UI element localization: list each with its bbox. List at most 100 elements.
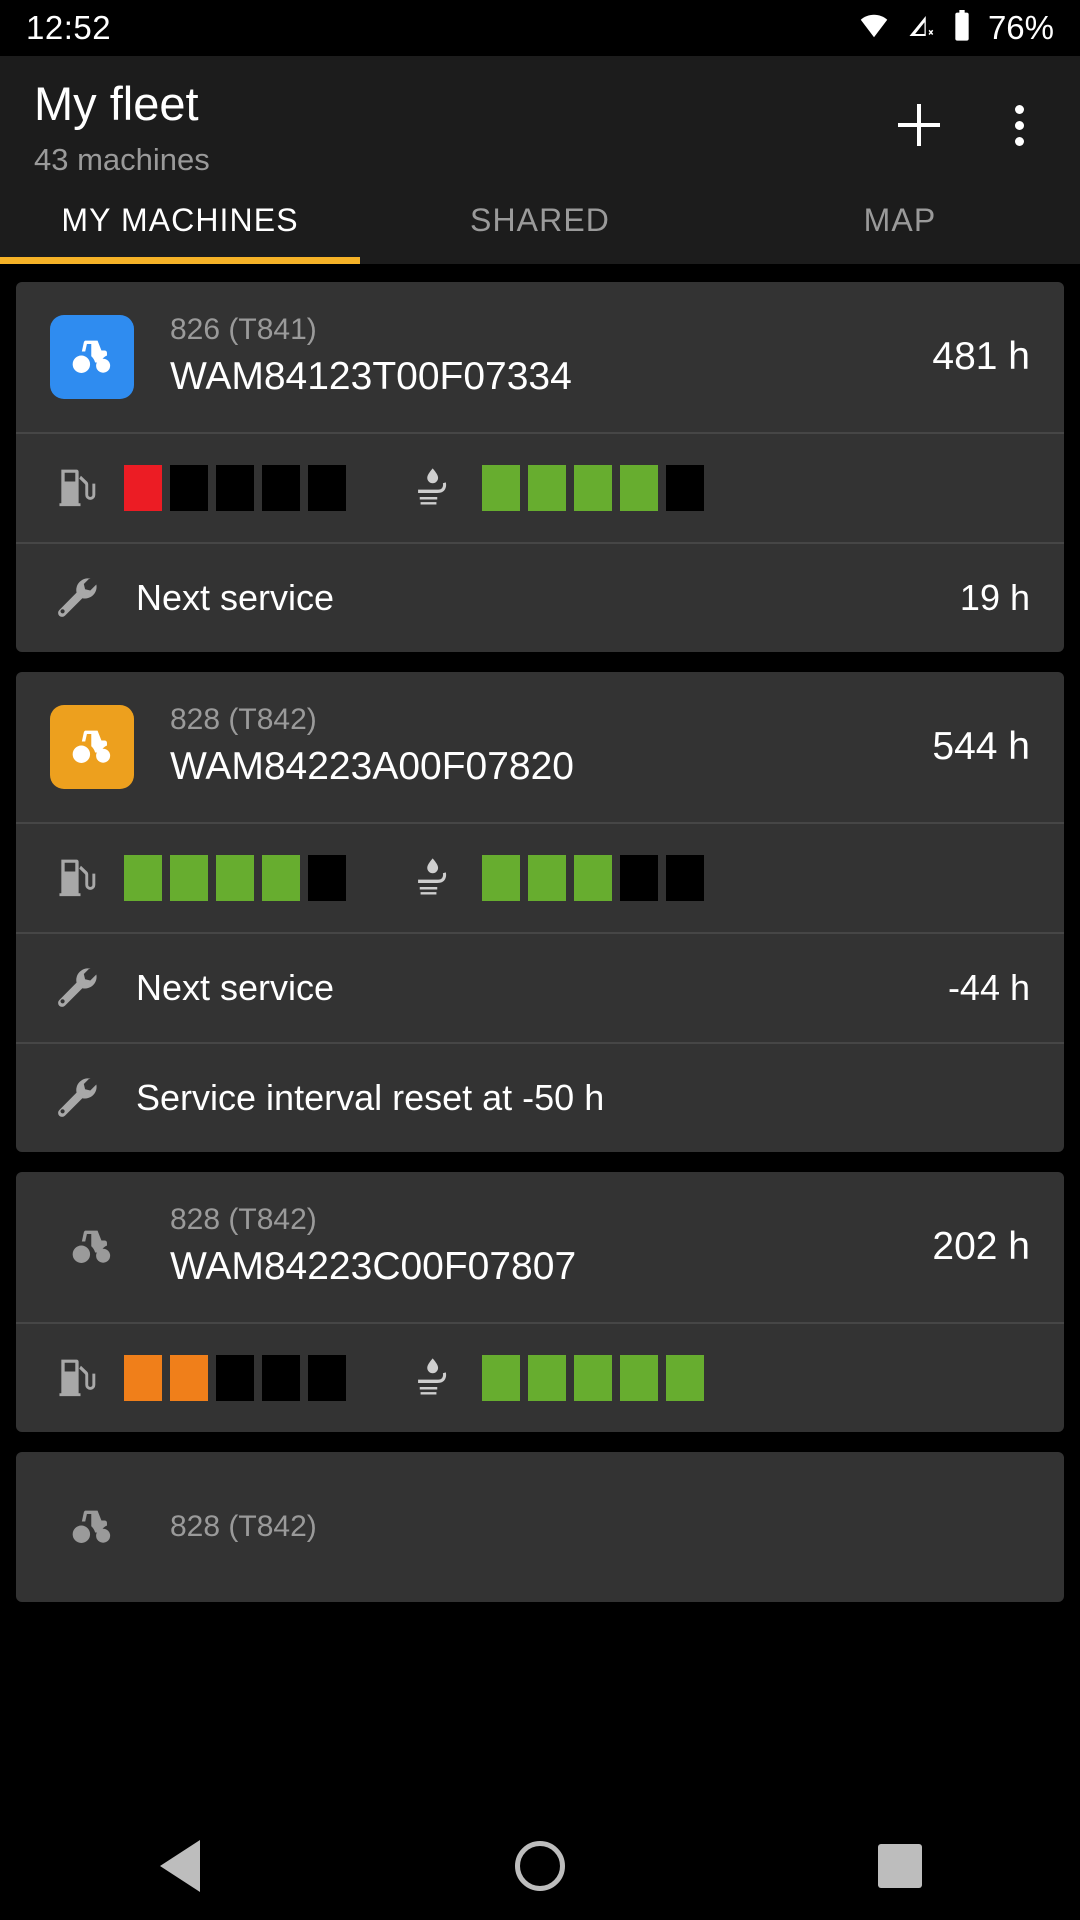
app-bar: My fleet 43 machines [0,56,1080,178]
def-level-gauge-bars [482,1354,704,1401]
machine-identity: 828 (T842) WAM84223C00F07807 [170,1201,916,1292]
machine-gauges-row [16,1324,1064,1432]
gauge-segment [620,1354,658,1401]
machine-model-label: 828 (T842) [170,1509,317,1543]
gauge-segment [482,854,520,901]
app-screen: 12:52 76% My fleet 43 machines MY MACHIN… [0,0,1080,1920]
def-level-gauge [408,850,704,906]
tab-map[interactable]: MAP [720,178,1080,264]
tab-active-indicator [0,256,360,264]
gauge-segment [482,1354,520,1401]
machine-card-header[interactable]: 826 (T841) WAM84123T00F07334 481 h [16,282,1064,432]
tab-map-label: MAP [863,202,937,239]
machine-card[interactable]: 826 (T841) WAM84123T00F07334 481 h Next ser… [16,281,1064,652]
recents-square-icon [878,1844,922,1888]
machine-hours-label: 544 h [932,724,1030,768]
service-row-label: Service interval reset at -50 h [136,1076,605,1118]
machine-card[interactable]: 828 (T842) WAM84223A00F07820 544 h Next ser… [16,671,1064,1152]
tractor-icon [50,1485,134,1569]
gauge-segment [262,854,300,901]
gauge-segment [124,1354,162,1401]
tab-my-machines[interactable]: MY MACHINES [0,178,360,264]
machine-hours-label: 481 h [932,334,1030,378]
tab-shared-label: SHARED [470,202,610,239]
wrench-icon [50,960,106,1016]
fuel-pump-icon [50,1350,106,1406]
gauge-segment [308,1354,346,1401]
recents-button[interactable] [825,1812,975,1920]
battery-icon [952,9,972,47]
gauge-segment [170,1354,208,1401]
tab-bar: MY MACHINES SHARED MAP [0,177,1080,264]
wrench-icon [50,570,106,626]
service-row-label: Next service [136,576,335,618]
cellular-off-icon [906,11,938,46]
def-level-gauge [408,1350,704,1406]
machine-model-label: 828 (T842) [170,1203,317,1237]
machine-card[interactable]: 828 (T842) [16,1451,1064,1602]
gauge-segment [262,1354,300,1401]
service-row-value: -44 h [947,966,1030,1008]
machine-model-label: 828 (T842) [170,703,317,737]
system-navigation-bar [0,1812,1080,1920]
machine-card-header[interactable]: 828 (T842) [16,1452,1064,1602]
def-level-gauge-bars [482,464,704,511]
machine-model-label: 826 (T841) [170,313,317,347]
wrench-icon [50,1070,106,1126]
gauge-segment [574,1354,612,1401]
gauge-segment [528,1354,566,1401]
add-machine-button[interactable] [880,86,958,164]
gauge-segment [124,854,162,901]
gauge-segment [308,464,346,511]
service-row-value: 19 h [959,576,1030,618]
home-circle-icon [515,1841,565,1891]
gauge-segment [620,854,658,901]
gauge-segment [666,464,704,511]
status-bar: 12:52 76% [0,0,1080,56]
gauge-segment [216,1354,254,1401]
gauge-segment [528,854,566,901]
gauge-segment [170,464,208,511]
gauge-segment [620,464,658,511]
machine-serial-label: WAM84223C00F07807 [170,1244,577,1288]
def-level-gauge [408,460,704,516]
back-button[interactable] [105,1812,255,1920]
tab-my-machines-label: MY MACHINES [61,202,299,239]
machine-card[interactable]: 828 (T842) WAM84223C00F07807 202 h [16,1171,1064,1432]
machine-gauges-row [16,824,1064,932]
def-fluid-icon [408,850,464,906]
more-vert-icon [1014,104,1024,146]
machine-card-header[interactable]: 828 (T842) WAM84223A00F07820 544 h [16,672,1064,822]
machine-list[interactable]: 826 (T841) WAM84123T00F07334 481 h Next ser… [0,263,1080,1602]
tractor-icon [50,1205,134,1289]
gauge-segment [262,464,300,511]
gauge-segment [482,464,520,511]
fuel-level-gauge-bars [124,1354,346,1401]
machine-gauges-row [16,434,1064,542]
home-button[interactable] [465,1812,615,1920]
machine-serial-label: WAM84123T00F07334 [170,354,572,398]
tab-shared[interactable]: SHARED [360,178,720,264]
gauge-segment [216,854,254,901]
fuel-level-gauge-bars [124,464,346,511]
fuel-level-gauge [50,850,346,906]
back-triangle-icon [160,1840,200,1892]
machine-serial-label: WAM84223A00F07820 [170,744,574,788]
overflow-menu-button[interactable] [980,86,1058,164]
service-row[interactable]: Next service 19 h [16,544,1064,652]
service-row[interactable]: Next service -44 h [16,934,1064,1042]
fuel-level-gauge [50,460,346,516]
tractor-icon [50,704,134,789]
service-row-label: Next service [136,966,335,1008]
machine-card-header[interactable]: 828 (T842) WAM84223C00F07807 202 h [16,1172,1064,1322]
gauge-segment [666,1354,704,1401]
wifi-icon [856,11,892,46]
service-row[interactable]: Service interval reset at -50 h [16,1044,1064,1152]
gauge-segment [574,854,612,901]
fuel-level-gauge [50,1350,346,1406]
machine-hours-label: 202 h [932,1224,1030,1268]
plus-icon [898,104,940,146]
def-level-gauge-bars [482,854,704,901]
status-bar-clock: 12:52 [26,9,112,46]
machine-identity: 826 (T841) WAM84123T00F07334 [170,311,916,402]
